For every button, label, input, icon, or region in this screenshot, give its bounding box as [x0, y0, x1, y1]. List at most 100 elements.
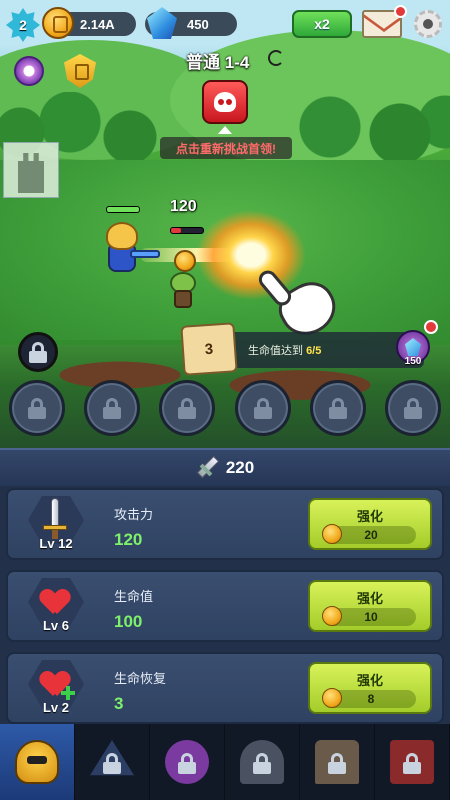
upgrade-button-label: 强化	[356, 509, 383, 524]
settings-button[interactable]	[412, 8, 444, 40]
speed-x2-button[interactable]: x2	[292, 10, 352, 38]
spartan-helmet-icon	[15, 740, 59, 784]
tab-shop[interactable]	[375, 724, 450, 800]
tab-beast[interactable]	[150, 724, 225, 800]
sword-icon	[196, 457, 218, 479]
upgrade-cost: 10	[322, 606, 416, 626]
stat-value: 120	[114, 530, 143, 549]
quest-progress: 6/5	[306, 345, 322, 357]
regen-stat-icon: Lv 2	[16, 660, 96, 718]
player-level: 2	[19, 17, 27, 33]
stat-level: Lv 6	[42, 618, 69, 633]
upgrade-hp-button[interactable]: 强化 10	[308, 580, 432, 632]
upgrade-panel: Lv 12 攻击力 120 强化 20 Lv 6 生命值 100 强化 10 L…	[0, 486, 450, 724]
enemy-hp-fill	[171, 228, 181, 233]
stat-level: Lv 2	[42, 700, 69, 715]
boss-hint: 点击重新挑战首领!	[160, 137, 292, 159]
lock-icon	[253, 753, 271, 774]
coin-icon	[322, 524, 342, 544]
upgrade-cost: 8	[322, 688, 416, 708]
coin-icon	[322, 606, 342, 626]
coin-drop-icon	[174, 250, 196, 272]
refresh-icon[interactable]	[268, 50, 284, 66]
stat-name: 生命值	[114, 589, 154, 604]
skill-slot-5[interactable]	[309, 380, 366, 436]
stat-name: 生命恢复	[114, 671, 167, 686]
upgrade-cost: 20	[322, 524, 416, 544]
speed-label: x2	[314, 16, 330, 32]
upgrade-card-attack: Lv 12 攻击力 120 强化 20	[6, 488, 444, 560]
skill-slots	[9, 380, 441, 438]
lock-icon	[403, 398, 422, 419]
portal-icon[interactable]	[14, 56, 44, 86]
upgrade-cost-value: 10	[364, 610, 378, 624]
lock-icon	[29, 342, 47, 363]
upgrade-attack-button[interactable]: 强化 20	[308, 498, 432, 550]
attack-stat-icon: Lv 12	[16, 496, 96, 554]
stat-value: 100	[114, 612, 143, 631]
skull-icon	[214, 92, 236, 112]
quest-scroll-icon[interactable]: 3	[180, 322, 238, 376]
gem-icon	[147, 7, 177, 39]
hero-hp-bar	[106, 206, 140, 213]
notification-dot	[394, 5, 407, 18]
tab-tower[interactable]	[300, 724, 375, 800]
upgrade-cost-value: 20	[364, 528, 378, 542]
lock-icon	[328, 753, 346, 774]
upgrade-card-regen: Lv 2 生命恢复 3 强化 8	[6, 652, 444, 724]
total-power-value: 220	[225, 458, 255, 477]
coin-icon	[42, 7, 74, 39]
damage-number: 120	[170, 198, 197, 215]
player-level-badge[interactable]: 2	[6, 8, 40, 42]
lock-icon	[103, 753, 121, 774]
hp-stat-icon: Lv 6	[16, 578, 96, 636]
hero-hp-fill	[107, 207, 139, 212]
skill-slot-3[interactable]	[159, 380, 216, 436]
lock-icon	[178, 753, 196, 774]
upgrade-button-label: 强化	[356, 591, 383, 606]
castle-thumbnail	[3, 142, 59, 198]
gem-amount: 450	[187, 16, 209, 32]
lock-icon	[28, 398, 46, 419]
stage-title: 普通 1-4	[186, 53, 250, 72]
sword-icon	[43, 498, 67, 539]
tab-rune[interactable]	[75, 724, 150, 800]
skill-slot-1[interactable]	[9, 380, 65, 436]
hero-character	[100, 222, 160, 280]
skill-slot-2[interactable]	[84, 380, 141, 436]
quest-text: 生命值达到 6/5	[248, 342, 321, 358]
upgrade-regen-button[interactable]: 强化 8	[308, 662, 432, 714]
lock-icon	[253, 398, 272, 419]
tab-hero[interactable]	[0, 724, 75, 800]
lock-icon	[103, 398, 122, 419]
upgrade-cost-value: 8	[367, 692, 375, 706]
skill-slot-4[interactable]	[234, 380, 291, 436]
gold-amount: 2.14A	[80, 16, 115, 32]
stat-name: 攻击力	[114, 507, 154, 522]
quest-index: 3	[204, 340, 214, 358]
lock-icon	[403, 753, 421, 774]
plus-icon	[61, 686, 75, 700]
stat-level: Lv 12	[39, 536, 73, 551]
coin-icon	[322, 688, 342, 708]
auto-skill-lock-button[interactable]	[18, 332, 58, 372]
heart-icon	[41, 590, 69, 616]
lock-icon	[328, 398, 347, 419]
notification-dot	[424, 320, 438, 334]
goblin-enemy	[166, 272, 200, 310]
quest-text-prefix: 生命值达到	[248, 345, 307, 357]
stat-value: 3	[114, 694, 124, 713]
pointer-arrow-icon	[218, 126, 232, 134]
skill-slot-6[interactable]	[384, 380, 441, 436]
tab-gate[interactable]	[225, 724, 300, 800]
upgrade-card-hp: Lv 6 生命值 100 强化 10	[6, 570, 444, 642]
gear-icon	[414, 10, 442, 38]
quest-reward-count: 150	[404, 356, 422, 367]
bottom-tab-bar	[0, 724, 450, 800]
lock-icon	[178, 398, 197, 419]
boss-challenge-button[interactable]	[202, 80, 248, 124]
gem-counter: 450	[145, 7, 237, 39]
upgrade-button-label: 强化	[356, 673, 383, 688]
battle-scene[interactable]: 2 2.14A 450 x2 普通 1-4 点击重新挑战首领! 120 3 生命…	[0, 0, 450, 448]
gold-counter: 2.14A	[42, 7, 136, 39]
